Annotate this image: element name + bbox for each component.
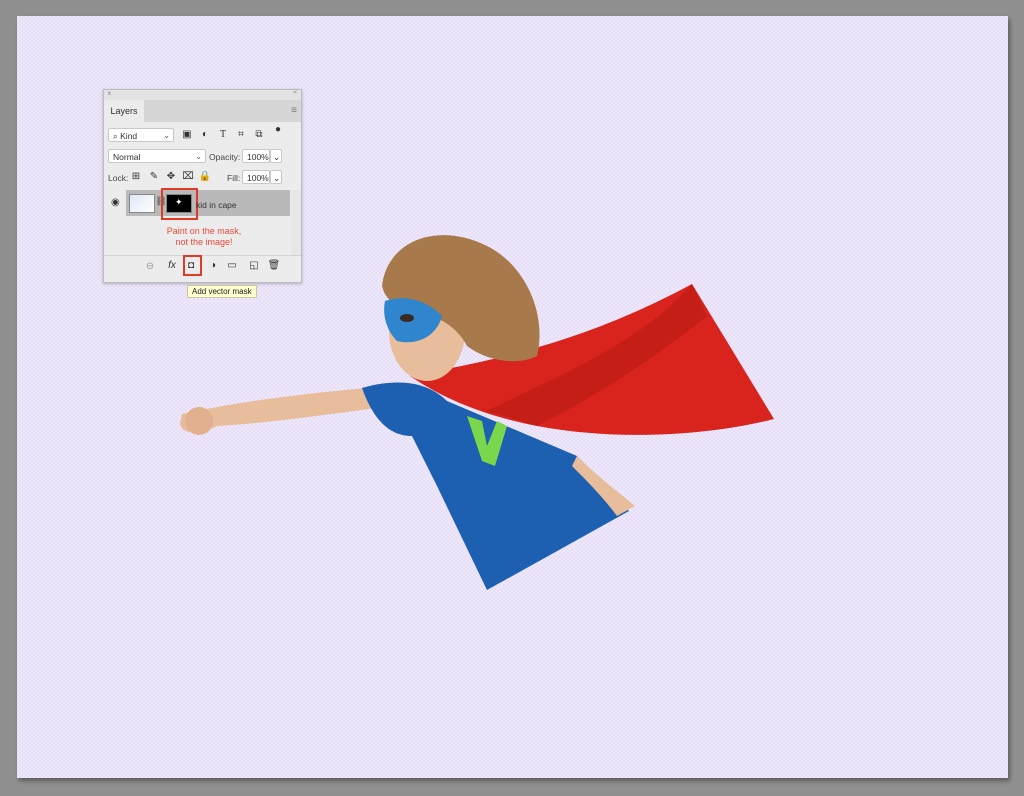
layers-panel: × « Layers ≡ ⌕ Kind ⌄ ▣ ◐ T ⌗ ⧉ ● Normal… xyxy=(103,89,302,283)
panel-titlebar[interactable]: × « xyxy=(104,89,301,100)
tooltip: Add vector mask xyxy=(187,285,257,298)
chevron-down-icon: ⌄ xyxy=(195,152,202,161)
fill-input[interactable]: 100% xyxy=(242,170,270,184)
blend-mode-select[interactable]: Normal ⌄ xyxy=(108,149,206,163)
trash-icon[interactable]: 🗑 xyxy=(267,260,281,271)
filter-toggle-icon[interactable]: ● xyxy=(271,124,285,135)
annotation-line-1: Paint on the mask, xyxy=(166,226,242,236)
panel-menu-icon[interactable]: ≡ xyxy=(291,105,297,116)
chevron-down-icon: ⌄ xyxy=(163,131,170,140)
lock-all-icon[interactable]: 🔒 xyxy=(198,171,212,182)
layers-scrollbar[interactable] xyxy=(291,190,301,255)
add-mask-highlight-box xyxy=(183,255,202,276)
fist xyxy=(185,407,213,435)
filter-kind-select[interactable]: ⌕ Kind ⌄ xyxy=(108,128,174,142)
mask-highlight-box xyxy=(161,188,198,220)
new-group-icon[interactable]: ▭ xyxy=(225,260,239,271)
opacity-label: Opacity: xyxy=(209,152,241,162)
search-icon: ⌕ xyxy=(113,131,118,141)
tab-layers[interactable]: Layers xyxy=(104,100,144,122)
fx-icon[interactable]: fx xyxy=(165,260,179,271)
opacity-dropdown[interactable]: ⌄ xyxy=(270,149,282,163)
adjustment-filter-icon[interactable]: ◐ xyxy=(198,129,212,140)
lock-image-pixels-icon[interactable]: ✎ xyxy=(147,171,161,182)
new-layer-icon[interactable]: ◱ xyxy=(247,260,261,271)
lock-transparent-pixels-icon[interactable]: ⊞ xyxy=(129,171,143,182)
panel-bottom-bar: ⊖ fx ◘ ◑ ▭ ◱ 🗑 xyxy=(104,255,301,280)
collapse-icon[interactable]: « xyxy=(293,89,297,96)
panel-tab-row: Layers ≡ xyxy=(104,100,301,122)
blend-mode-value: Normal xyxy=(113,152,141,162)
annotation-line-2: not the image! xyxy=(175,237,233,247)
visibility-eye-icon[interactable]: ◉ xyxy=(111,197,120,208)
layer-name[interactable]: kid in cape xyxy=(196,200,237,210)
fill-dropdown[interactable]: ⌄ xyxy=(270,170,282,184)
close-icon[interactable]: × xyxy=(107,89,112,98)
smart-object-filter-icon[interactable]: ⧉ xyxy=(252,129,266,140)
annotation-text: Paint on the mask, not the image! xyxy=(144,226,264,248)
link-layers-icon[interactable]: ⊖ xyxy=(143,261,157,272)
lock-position-icon[interactable]: ✥ xyxy=(164,171,178,182)
type-filter-icon[interactable]: T xyxy=(216,129,230,140)
adjustment-layer-icon[interactable]: ◑ xyxy=(206,260,220,271)
lock-artboard-icon[interactable]: ⌧ xyxy=(181,171,195,182)
opacity-input[interactable]: 100% xyxy=(242,149,270,163)
mask-eyehole xyxy=(400,314,414,322)
image-filter-icon[interactable]: ▣ xyxy=(180,129,194,140)
shape-filter-icon[interactable]: ⌗ xyxy=(234,129,248,140)
lock-label: Lock: xyxy=(108,173,129,183)
layer-image-thumbnail[interactable] xyxy=(129,194,155,213)
filter-kind-value: Kind xyxy=(120,131,138,141)
fill-label: Fill: xyxy=(227,173,241,183)
